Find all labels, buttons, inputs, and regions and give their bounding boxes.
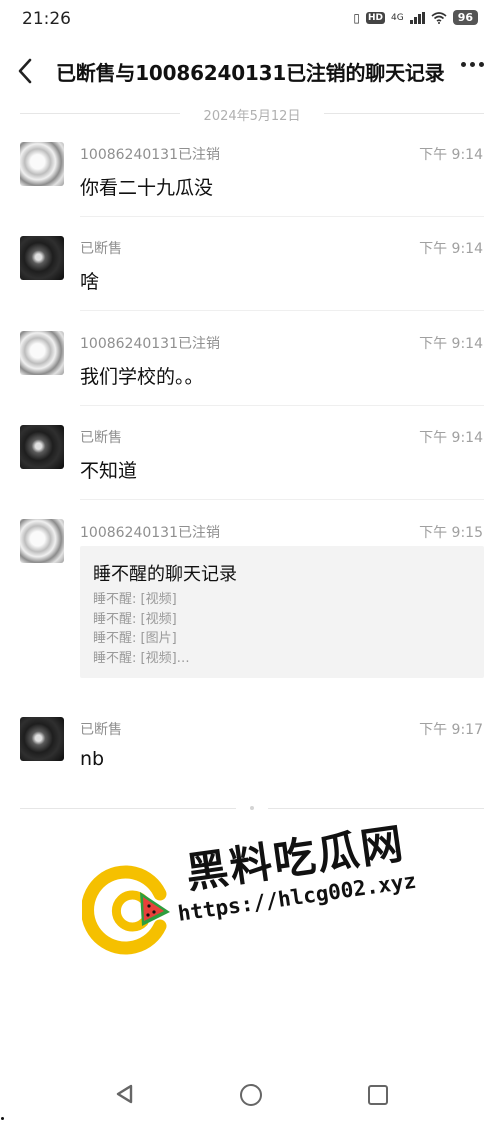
avatar[interactable] [20,236,64,280]
more-dots-icon[interactable] [461,62,484,67]
date-separator: 2024年5月12日 [20,103,484,124]
chat-header: 已断售与10086240131已注销的聊天记录 [0,40,504,102]
message-text: nb [80,748,105,770]
message-divider [80,405,484,406]
chat-record-title: 睡不醒的聊天记录 [93,564,237,585]
chat-record-line: 睡不醒: [视频] [93,611,177,627]
system-nav-bar [0,1068,504,1125]
message-divider [80,499,484,500]
watermark: 黑料吃瓜网 https://hlcg002.xyz [82,819,442,958]
date-label: 2024年5月12日 [203,109,301,124]
vibrate-icon: ▯ [353,10,360,25]
message-row[interactable]: 10086240131已注销 下午 9:14 我们学校的。。 [0,331,504,425]
signal-icon [409,11,425,24]
nav-back-icon[interactable] [114,1084,136,1104]
message-time: 下午 9:14 [419,241,483,257]
battery-icon: 96 [452,10,478,25]
avatar[interactable] [20,425,64,469]
message-time: 下午 9:17 [419,722,483,738]
chat-record-card[interactable]: 睡不醒的聊天记录 睡不醒: [视频] 睡不醒: [视频] 睡不醒: [图片] 睡… [80,546,484,678]
chat-record-line: 睡不醒: [图片] [93,631,177,646]
message-time: 下午 9:14 [419,430,483,446]
message-row[interactable]: 已断售 下午 9:17 nb [0,717,504,797]
wifi-icon [431,11,447,24]
separator-line [324,113,484,114]
message-text: 啥 [80,271,100,293]
page-title: 已断售与10086240131已注销的聊天记录 [56,61,445,85]
end-separator-dot [250,806,254,810]
message-text: 你看二十九瓜没 [80,177,214,199]
status-icons: ▯ HD 4G 96 [353,10,478,25]
chevron-left-icon[interactable] [12,54,40,88]
sender-name: 已断售 [80,430,122,446]
end-separator-line [20,808,236,809]
sender-name: 10086240131已注销 [80,525,220,541]
chat-record-line: 睡不醒: [视频]… [93,650,190,666]
sender-name: 10086240131已注销 [80,147,220,163]
status-bar: 21:26 ▯ HD 4G 96 [0,0,504,40]
avatar[interactable] [20,717,64,761]
chat-record-preview: 睡不醒: [视频] 睡不醒: [视频] 睡不醒: [图片] 睡不醒: [视频]… [93,590,190,668]
nav-home-icon[interactable] [240,1084,262,1106]
nav-recent-apps-icon[interactable] [368,1085,388,1105]
message-row[interactable]: 10086240131已注销 下午 9:15 睡不醒的聊天记录 睡不醒: [视频… [0,519,504,719]
status-time: 21:26 [22,9,71,29]
sender-name: 10086240131已注销 [80,336,220,352]
hd-badge: HD [365,11,385,24]
avatar[interactable] [20,519,64,563]
message-time: 下午 9:14 [419,147,483,163]
chat-record-line: 睡不醒: [视频] [93,592,177,607]
sender-name: 已断售 [80,241,122,257]
sender-name: 已断售 [80,722,122,738]
message-text: 不知道 [80,460,138,482]
avatar[interactable] [20,331,64,375]
message-text: 我们学校的。。 [80,366,204,388]
message-divider [80,216,484,217]
message-row[interactable]: 已断售 下午 9:14 啥 [0,236,504,330]
network-type: 4G [390,12,404,23]
message-time: 下午 9:15 [419,525,483,541]
watermark-logo-icon [82,865,170,955]
message-divider [80,310,484,311]
message-time: 下午 9:14 [419,336,483,352]
message-row[interactable]: 10086240131已注销 下午 9:14 你看二十九瓜没 [0,142,504,236]
avatar[interactable] [20,142,64,186]
corner-dot [1,1117,4,1120]
end-separator-line [268,808,484,809]
message-row[interactable]: 已断售 下午 9:14 不知道 [0,425,504,519]
